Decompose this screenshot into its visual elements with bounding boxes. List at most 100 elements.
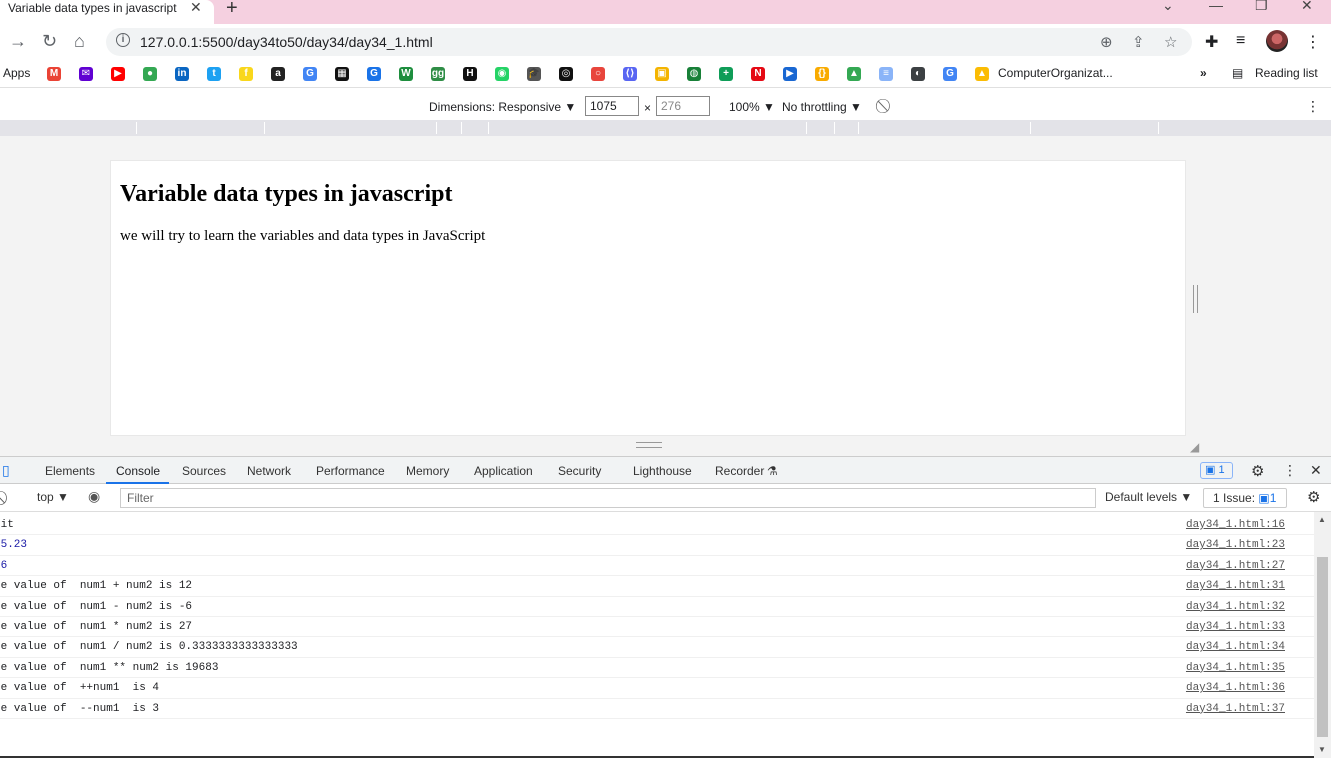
console-output: nit day34_1.html:16 35.23 day34_1.html:23 56… <box>0 512 1314 758</box>
tab-recorder[interactable]: Recorder <box>715 464 764 478</box>
home-icon[interactable]: ⌂ <box>74 32 85 50</box>
share-icon[interactable]: ⇪ <box>1132 33 1145 51</box>
tab-lighthouse[interactable]: Lighthouse <box>633 464 692 478</box>
bookmark-computer-organization[interactable]: ComputerOrganizat... <box>998 66 1113 80</box>
device-toggle-icon[interactable]: ▯ <box>2 462 10 479</box>
source-link[interactable]: day34_1.html:31 <box>1186 580 1285 592</box>
source-link[interactable]: day34_1.html:32 <box>1186 601 1285 613</box>
bookmark-star-icon[interactable]: ☆ <box>1164 33 1177 51</box>
chrome-web-icon[interactable]: ◍ <box>687 67 701 81</box>
code-icon[interactable]: ⟨⟩ <box>623 67 637 81</box>
width-input[interactable]: 1075 <box>585 96 639 116</box>
maps-icon[interactable]: ● <box>143 67 157 81</box>
github-icon[interactable]: ◎ <box>559 67 573 81</box>
tab-sources[interactable]: Sources <box>182 464 226 478</box>
classroom-icon[interactable]: ▣ <box>655 67 669 81</box>
w-icon[interactable]: W <box>399 67 413 81</box>
graduation-icon[interactable]: 🎓 <box>527 67 541 81</box>
google-icon[interactable]: G <box>303 67 317 81</box>
settings-gear-icon[interactable]: ⚙ <box>1251 462 1264 480</box>
extensions-icon[interactable]: ✚ <box>1205 32 1218 52</box>
eye-icon[interactable]: ◉ <box>88 488 100 505</box>
linkedin-icon[interactable]: in <box>175 67 189 81</box>
new-tab-button[interactable]: + <box>226 0 238 18</box>
throttling-dropdown[interactable]: No throttling ▼ <box>782 100 862 114</box>
ring-icon[interactable]: ○ <box>591 67 605 81</box>
tab-search-icon[interactable]: ⌄ <box>1162 0 1174 14</box>
avatar[interactable] <box>1266 30 1288 52</box>
sheets-plus-icon[interactable]: + <box>719 67 733 81</box>
address-bar[interactable]: i 127.0.0.1:5500/day34to50/day34/day34_1… <box>106 28 1192 56</box>
console-settings-icon[interactable]: ⚙ <box>1307 488 1320 506</box>
corner-resize-handle[interactable]: ◢ <box>1190 440 1199 454</box>
netflix-icon[interactable]: N <box>751 67 765 81</box>
menu-kebab-icon[interactable]: ⋮ <box>1305 32 1321 52</box>
messages-badge[interactable]: ▣ 1 <box>1200 462 1233 479</box>
reading-list-button[interactable]: Reading list <box>1255 66 1318 80</box>
tab-security[interactable]: Security <box>558 464 601 478</box>
scroll-down-icon[interactable]: ▼ <box>1318 745 1326 754</box>
braces-icon[interactable]: {} <box>815 67 829 81</box>
close-window-button[interactable]: ✕ <box>1301 0 1313 14</box>
scroll-up-icon[interactable]: ▲ <box>1318 515 1326 524</box>
source-link[interactable]: day34_1.html:23 <box>1186 539 1285 551</box>
forward-icon[interactable]: → <box>9 32 27 50</box>
zoom-icon[interactable]: ⊕ <box>1100 33 1113 51</box>
scrollbar-thumb[interactable] <box>1317 557 1328 737</box>
tab-memory[interactable]: Memory <box>406 464 449 478</box>
source-link[interactable]: day34_1.html:34 <box>1186 641 1285 653</box>
reading-list-icon[interactable]: ▤ <box>1232 66 1243 80</box>
maximize-button[interactable]: ❐ <box>1255 0 1268 14</box>
site-info-icon[interactable]: i <box>116 33 130 47</box>
twitter-icon[interactable]: t <box>207 67 221 81</box>
tab-performance[interactable]: Performance <box>316 464 385 478</box>
media-query-bar[interactable] <box>0 120 1331 136</box>
store-icon[interactable]: ▦ <box>335 67 349 81</box>
vertical-resize-handle[interactable] <box>1193 285 1198 313</box>
log-levels-dropdown[interactable]: Default levels ▼ <box>1105 490 1192 504</box>
document-icon[interactable]: ≡ <box>879 67 893 81</box>
gfg-icon[interactable]: gg <box>431 67 445 81</box>
source-link[interactable]: day34_1.html:36 <box>1186 682 1285 694</box>
horizontal-resize-handle[interactable] <box>636 442 662 448</box>
tab-close-icon[interactable]: ✕ <box>190 0 202 14</box>
tab-console[interactable]: Console <box>116 464 160 478</box>
devtools-more-icon[interactable]: ⋮ <box>1283 462 1297 479</box>
hackerrank-icon[interactable]: H <box>463 67 477 81</box>
tab-application[interactable]: Application <box>474 464 533 478</box>
media-control-icon[interactable]: ≡ <box>1236 32 1245 50</box>
shield-icon[interactable]: ◐ <box>911 67 925 81</box>
play-icon[interactable]: ▶ <box>783 67 797 81</box>
source-link[interactable]: day34_1.html:35 <box>1186 662 1285 674</box>
height-input[interactable]: 276 <box>656 96 710 116</box>
grammarly-icon[interactable]: G <box>367 67 381 81</box>
issues-button[interactable]: 1 Issue: ▣1 <box>1203 488 1287 508</box>
whatsapp-icon[interactable]: ◉ <box>495 67 509 81</box>
tab-elements[interactable]: Elements <box>45 464 95 478</box>
browser-tab[interactable]: Variable data types in javascript ✕ <box>0 0 214 24</box>
minimize-button[interactable]: — <box>1209 0 1223 13</box>
filter-input[interactable]: Filter <box>120 488 1096 508</box>
flipkart-icon[interactable]: f <box>239 67 253 81</box>
apps-bookmark[interactable]: Apps <box>3 66 30 80</box>
google-icon[interactable]: G <box>943 67 957 81</box>
tab-network[interactable]: Network <box>247 464 291 478</box>
console-scrollbar[interactable]: ▲ ▼ <box>1314 512 1331 758</box>
gmail-icon[interactable]: M <box>47 67 61 81</box>
drive-icon[interactable]: ▲ <box>847 67 861 81</box>
context-selector[interactable]: top ▼ <box>37 490 69 504</box>
reload-icon[interactable]: ↻ <box>42 32 57 50</box>
amazon-icon[interactable]: a <box>271 67 285 81</box>
youtube-icon[interactable]: ▶ <box>111 67 125 81</box>
zoom-dropdown[interactable]: 100% ▼ <box>729 100 775 114</box>
close-devtools-icon[interactable]: ✕ <box>1310 462 1322 479</box>
source-link[interactable]: day34_1.html:16 <box>1186 519 1285 531</box>
device-more-icon[interactable]: ⋮ <box>1306 98 1320 115</box>
source-link[interactable]: day34_1.html:27 <box>1186 560 1285 572</box>
source-link[interactable]: day34_1.html:33 <box>1186 621 1285 633</box>
mail-icon[interactable]: ✉ <box>79 67 93 81</box>
dimensions-dropdown[interactable]: Dimensions: Responsive ▼ <box>429 100 576 114</box>
more-bookmarks-icon[interactable]: » <box>1200 66 1207 80</box>
drive-icon[interactable]: ▲ <box>975 67 989 81</box>
source-link[interactable]: day34_1.html:37 <box>1186 703 1285 715</box>
